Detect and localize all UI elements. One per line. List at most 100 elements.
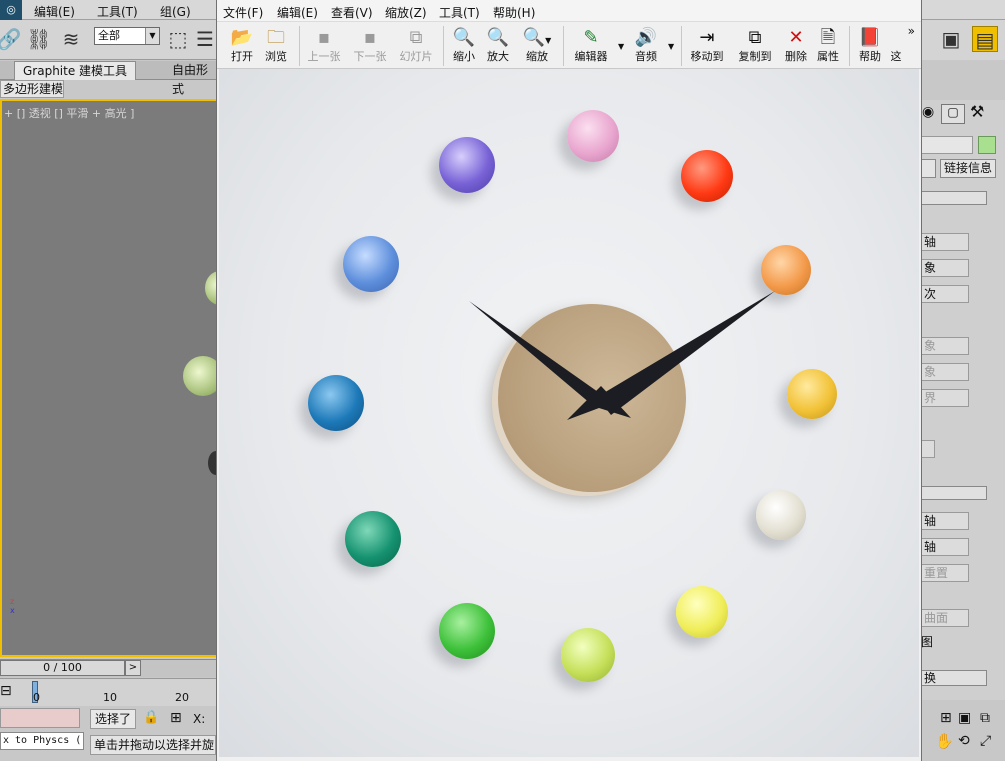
prev-image-button[interactable]: ▪ 上一张: [305, 26, 343, 66]
copy-to-icon: ⧉: [748, 27, 762, 48]
bind-spacewarp-icon[interactable]: ≋: [58, 26, 84, 52]
lock-icon[interactable]: 🔒: [143, 710, 159, 725]
menu-tools[interactable]: 工具(T): [439, 4, 480, 21]
menu-zoom[interactable]: 缩放(Z): [385, 4, 427, 21]
audio-button[interactable]: 🔊 音频: [631, 26, 661, 66]
viewer-toolbar: 📂 打开 🗀 浏览 ▪ 上一张 ▪ 下一张 ⧉ 幻灯片 🔍 缩小 🔍 放大 🔍▼…: [217, 22, 921, 69]
panel-button[interactable]: 象: [921, 337, 969, 355]
rollout-header[interactable]: [921, 486, 987, 500]
panel-button[interactable]: 界: [921, 389, 969, 407]
slideshow-icon: ⧉: [409, 27, 423, 48]
hierarchy-icon[interactable]: ◉: [922, 104, 934, 120]
browse-button[interactable]: 🗀 浏览: [261, 26, 291, 66]
select-object-icon[interactable]: ⬚: [165, 26, 191, 52]
max-menu-tools[interactable]: 工具(T): [97, 3, 138, 20]
menu-view[interactable]: 查看(V): [331, 4, 373, 21]
menu-edit[interactable]: 编辑(E): [277, 4, 318, 21]
panel-button[interactable]: 轴: [921, 233, 969, 251]
slideshow-button[interactable]: ⧉ 幻灯片: [397, 26, 435, 66]
panel-button[interactable]: 轴: [921, 512, 969, 530]
chevron-down-icon[interactable]: ▼: [668, 42, 674, 51]
track-bar-icon[interactable]: ⊟: [0, 683, 12, 699]
panel-button[interactable]: 曲面: [921, 609, 969, 627]
viewer-menubar: 文件(F) 编辑(E) 查看(V) 缩放(Z) 工具(T) 帮助(H): [217, 0, 921, 22]
delete-button[interactable]: ✕ 删除: [781, 26, 811, 66]
prev-image-icon: ▪: [317, 27, 331, 48]
next-image-button[interactable]: ▪ 下一张: [351, 26, 389, 66]
editor-pen-icon: ✎: [583, 27, 599, 48]
toolbar-separator: [299, 26, 300, 66]
viewport-label[interactable]: + [] 透视 [] 平滑 + 高光 ]: [4, 105, 134, 121]
panel-button[interactable]: [921, 159, 936, 178]
toolbar-overflow-icon[interactable]: »: [908, 24, 915, 38]
panel-button[interactable]: 重置: [921, 564, 969, 582]
object-name-field[interactable]: [921, 136, 973, 154]
max-menu-group[interactable]: 组(G): [160, 3, 191, 20]
zoom-out-icon: 🔍: [452, 27, 476, 48]
polygon-modeling-tab[interactable]: 多边形建模: [0, 80, 64, 98]
properties-button[interactable]: 🗎 属性: [813, 26, 843, 66]
panel-button[interactable]: 象: [921, 259, 969, 277]
select-by-name-icon[interactable]: ☰: [192, 26, 218, 52]
link-info-button[interactable]: 链接信息: [940, 159, 996, 178]
panel-button[interactable]: 象: [921, 363, 969, 381]
panel-button[interactable]: [921, 440, 935, 458]
properties-icon: 🗎: [820, 27, 836, 48]
menu-help[interactable]: 帮助(H): [493, 4, 535, 21]
display-tab-icon[interactable]: ▢: [941, 104, 965, 124]
toolbar-separator: [443, 26, 444, 66]
max-menu-edit[interactable]: 编辑(E): [34, 3, 75, 20]
move-to-button[interactable]: ⇥ 移动到: [687, 26, 727, 66]
unlink-icon[interactable]: ⛓: [26, 26, 52, 52]
time-slider[interactable]: 0 / 100: [0, 660, 125, 676]
object-color-swatch[interactable]: [978, 136, 996, 154]
rollout-header[interactable]: [921, 191, 987, 205]
maximize-viewport-icon[interactable]: ⤢: [980, 733, 991, 749]
orbit-icon[interactable]: ⟲: [958, 733, 970, 749]
panel-button[interactable]: 次: [921, 285, 969, 303]
absolute-mode-icon[interactable]: ⊞: [170, 710, 182, 726]
chevron-down-icon[interactable]: ▼: [618, 42, 624, 51]
selection-filter-dropdown[interactable]: 全部 ▼: [94, 27, 160, 45]
chevron-down-icon[interactable]: ▼: [145, 28, 159, 44]
selection-filter-value: 全部: [98, 29, 120, 42]
next-image-icon: ▪: [363, 27, 377, 48]
pan-hand-icon[interactable]: ✋: [935, 732, 954, 750]
render-setup-icon[interactable]: ▤: [972, 26, 998, 52]
toolbar-separator: [563, 26, 564, 66]
speaker-icon: 🔊: [634, 27, 658, 48]
hour-hand: [469, 301, 608, 404]
coord-x-label: X:: [193, 712, 206, 726]
utilities-hammer-icon[interactable]: ⚒: [970, 102, 984, 121]
zoom-in-button[interactable]: 🔍 放大: [483, 26, 513, 66]
link-icon[interactable]: 🔗: [0, 26, 22, 52]
open-button[interactable]: 📂 打开: [227, 26, 257, 66]
maxscript-listener[interactable]: x to Physcs (: [0, 732, 84, 750]
tab-freeform[interactable]: 自由形式: [164, 61, 216, 96]
zoom-region-icon[interactable]: ▣: [958, 710, 971, 726]
zoom-dropdown-button[interactable]: 🔍▼ 缩放: [517, 26, 557, 66]
max-logo-icon[interactable]: ◎: [0, 0, 22, 20]
perspective-viewport[interactable]: + [] 透视 [] 平滑 + 高光 ] zx: [0, 99, 235, 657]
panel-button[interactable]: 轴: [921, 538, 969, 556]
panel-button[interactable]: 换: [921, 670, 987, 686]
toolbar-separator: [681, 26, 682, 66]
zoom-out-button[interactable]: 🔍 缩小: [449, 26, 479, 66]
material-editor-icon[interactable]: ▣: [938, 26, 964, 52]
toolbar-separator: [849, 26, 850, 66]
zoom-all-icon[interactable]: ⧉: [980, 710, 990, 726]
ruler-tick: 0: [33, 691, 40, 704]
ruler-tick: 10: [103, 691, 117, 704]
time-next-button[interactable]: >: [125, 660, 141, 676]
help-button[interactable]: 📕 帮助: [855, 26, 885, 66]
copy-to-button[interactable]: ⧉ 复制到: [735, 26, 775, 66]
zoom-extents-icon[interactable]: ⊞: [940, 710, 952, 726]
editor-button[interactable]: ✎ 编辑器: [569, 26, 613, 66]
help-book-icon: 📕: [858, 27, 882, 48]
selection-status: 选择了: [90, 709, 137, 729]
delete-x-icon: ✕: [788, 27, 804, 48]
more-button[interactable]: 这: [889, 26, 903, 66]
tab-graphite-modeling[interactable]: Graphite 建模工具: [14, 61, 137, 80]
photo-canvas[interactable]: [219, 69, 919, 757]
menu-file[interactable]: 文件(F): [223, 4, 263, 21]
